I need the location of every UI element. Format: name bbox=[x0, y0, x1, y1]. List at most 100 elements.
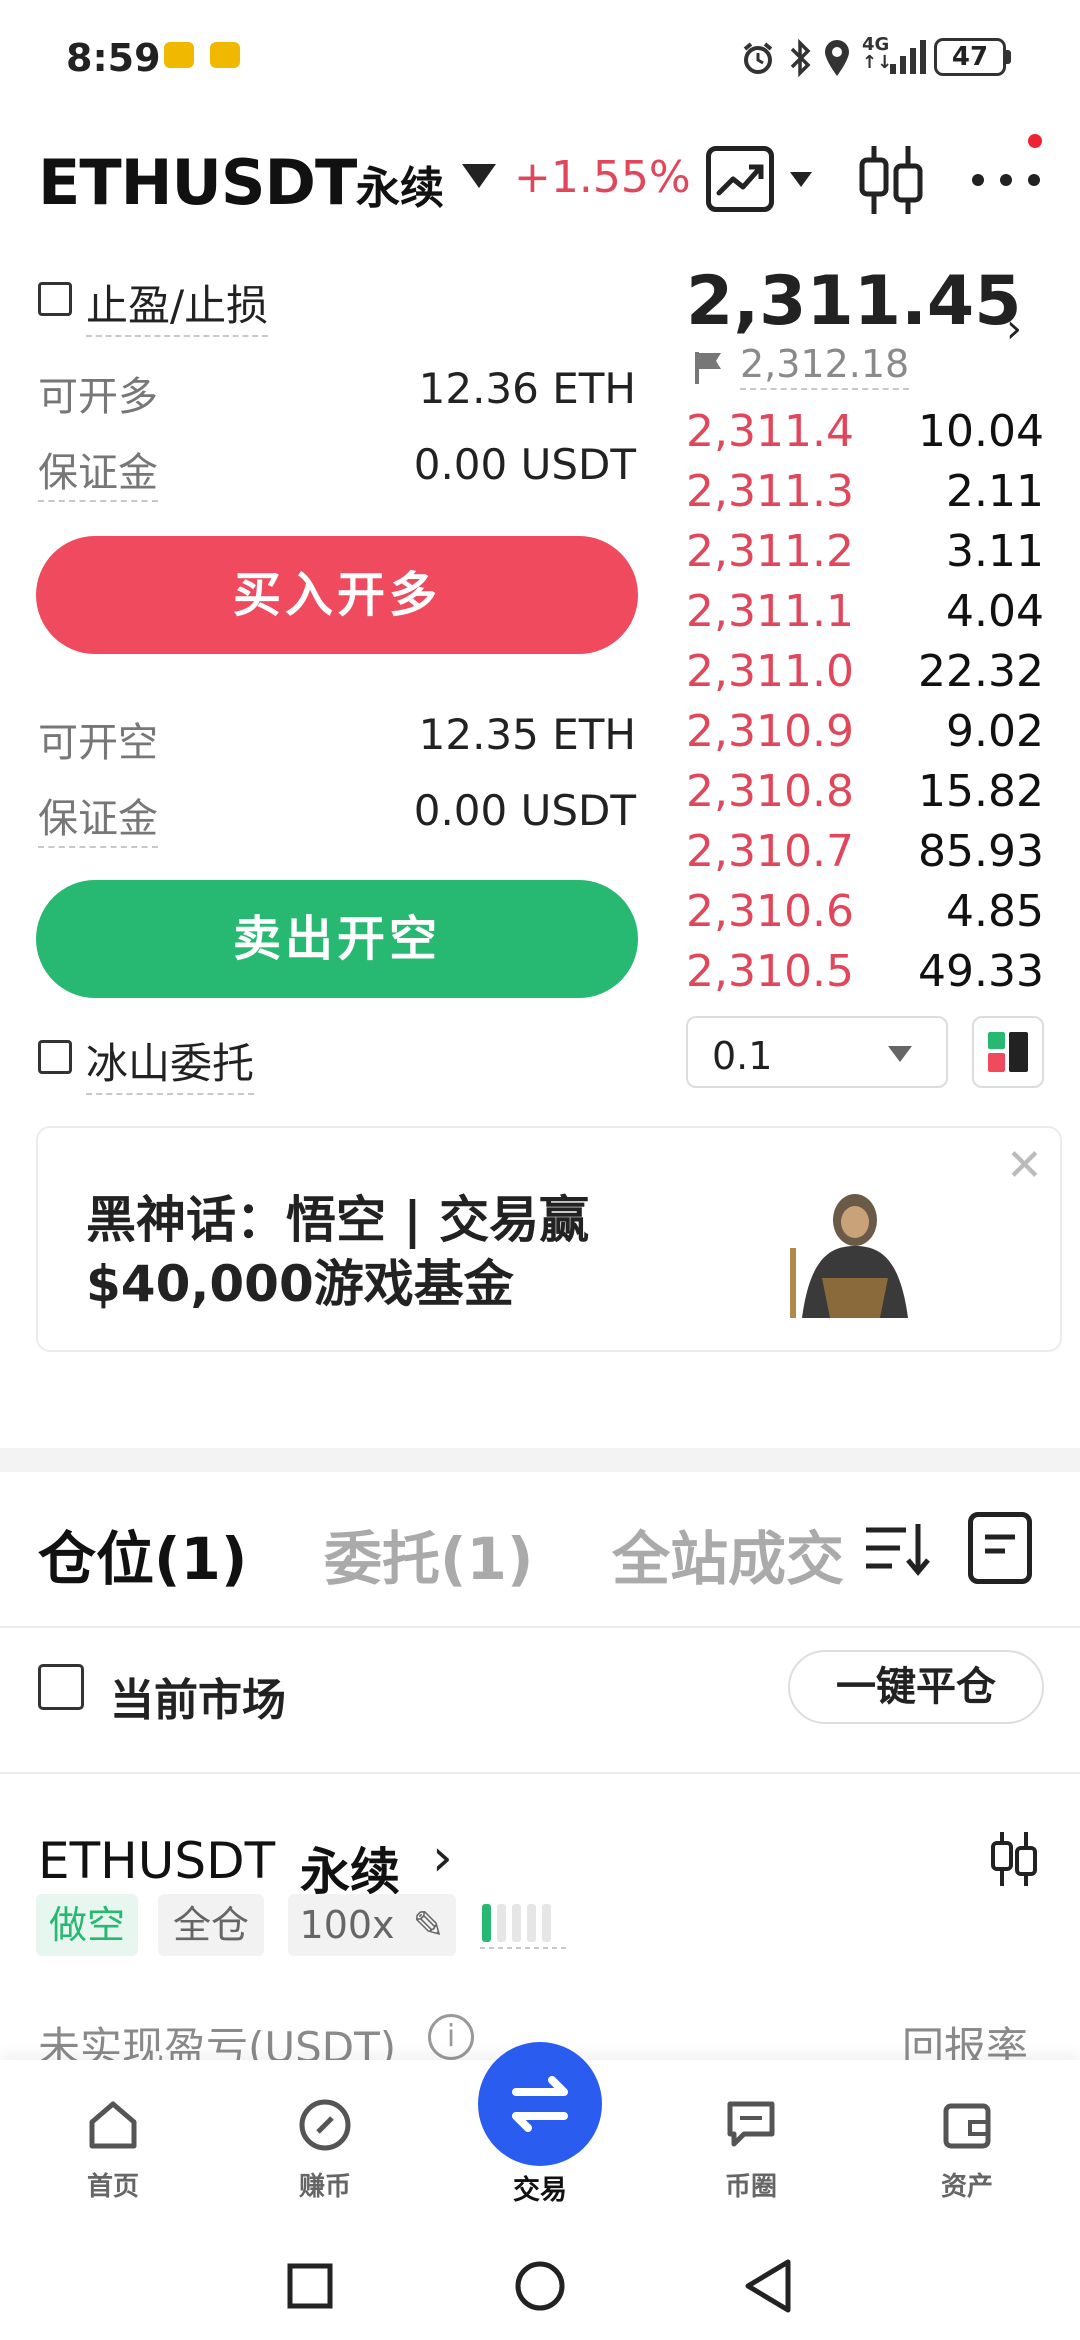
order-history-icon[interactable] bbox=[968, 1512, 1032, 1584]
buy-long-button[interactable]: 买入开多 bbox=[36, 536, 638, 654]
risk-level-indicator bbox=[480, 1904, 566, 1949]
position-side-tag: 做空 bbox=[36, 1894, 138, 1956]
chevron-right-icon[interactable]: › bbox=[1006, 306, 1022, 352]
chevron-right-icon[interactable]: › bbox=[432, 1828, 453, 1888]
depth-step-value: 0.1 bbox=[712, 1034, 773, 1078]
close-icon[interactable]: ✕ bbox=[1006, 1140, 1043, 1191]
edit-icon[interactable]: ✎ bbox=[413, 1903, 445, 1947]
close-all-button[interactable]: 一键平仓 bbox=[788, 1650, 1044, 1724]
battery-tip bbox=[1006, 50, 1011, 64]
home-icon bbox=[89, 2101, 137, 2149]
available-long-value: 12.36 ETH bbox=[418, 364, 636, 413]
margin-mode-tag: 全仓 bbox=[158, 1894, 264, 1956]
ask-price[interactable]: 2,310.6 bbox=[686, 886, 854, 937]
nav-assets-label: 资产 bbox=[940, 2172, 993, 2202]
chart-icon[interactable] bbox=[706, 146, 774, 212]
ask-price[interactable]: 2,311.2 bbox=[686, 526, 854, 577]
ask-size[interactable]: 4.04 bbox=[840, 586, 1044, 637]
back-icon[interactable] bbox=[742, 2258, 794, 2314]
ask-size[interactable]: 49.33 bbox=[840, 946, 1044, 997]
nav-home-label: 首页 bbox=[86, 2172, 139, 2202]
current-market-checkbox[interactable] bbox=[38, 1664, 84, 1710]
ask-price[interactable]: 2,310.5 bbox=[686, 946, 854, 997]
tp-sl-label[interactable]: 止盈/止损 bbox=[86, 272, 269, 337]
nav-trade[interactable] bbox=[478, 2042, 602, 2166]
divider bbox=[0, 1772, 1080, 1774]
chart-dropdown-icon[interactable] bbox=[790, 172, 812, 187]
candlestick-icon[interactable] bbox=[988, 1830, 1040, 1888]
recent-apps-icon[interactable] bbox=[286, 2262, 334, 2310]
orderbook-layout-button[interactable] bbox=[972, 1016, 1044, 1088]
leverage-tag[interactable]: 100x ✎ bbox=[288, 1894, 456, 1956]
ask-price[interactable]: 2,310.8 bbox=[686, 766, 854, 817]
notification-icon bbox=[210, 42, 240, 68]
ask-size[interactable]: 85.93 bbox=[840, 826, 1044, 877]
nav-earn-label: 赚币 bbox=[298, 2172, 351, 2202]
nav-community[interactable]: 币圈 bbox=[676, 2096, 826, 2203]
available-short-value: 12.35 ETH bbox=[418, 710, 636, 759]
orderbook-layout-icon bbox=[988, 1032, 1028, 1072]
info-icon[interactable]: i bbox=[428, 2014, 474, 2060]
sort-icon[interactable] bbox=[862, 1516, 932, 1580]
tab-trades[interactable]: 全站成交 bbox=[612, 1512, 844, 1596]
ask-price[interactable]: 2,311.0 bbox=[686, 646, 854, 697]
section-separator bbox=[0, 1448, 1080, 1472]
community-icon bbox=[727, 2101, 775, 2147]
nav-earn[interactable]: 赚币 bbox=[250, 2096, 400, 2203]
nav-community-label: 币圈 bbox=[724, 2172, 777, 2202]
ask-size[interactable]: 10.04 bbox=[840, 406, 1044, 457]
mark-price[interactable]: 2,312.18 bbox=[740, 342, 910, 390]
bluetooth-icon bbox=[790, 38, 811, 78]
trade-icon bbox=[512, 2076, 568, 2132]
ask-size[interactable]: 2.11 bbox=[840, 466, 1044, 517]
banner-title-line2: $40,000游戏基金 bbox=[86, 1255, 514, 1313]
nav-trade-label[interactable]: 交易 bbox=[478, 2168, 602, 2207]
ask-price[interactable]: 2,311.4 bbox=[686, 406, 854, 457]
ask-price[interactable]: 2,311.1 bbox=[686, 586, 854, 637]
divider bbox=[0, 1626, 1080, 1628]
available-long-label: 可开多 bbox=[38, 374, 158, 420]
ask-size[interactable]: 3.11 bbox=[840, 526, 1044, 577]
ask-size[interactable]: 4.85 bbox=[840, 886, 1044, 937]
position-symbol[interactable]: ETHUSDT bbox=[38, 1832, 275, 1890]
margin-long-value: 0.00 USDT bbox=[413, 440, 636, 489]
ask-price[interactable]: 2,310.7 bbox=[686, 826, 854, 877]
iceberg-checkbox[interactable] bbox=[38, 1040, 72, 1074]
candlestick-icon[interactable] bbox=[856, 144, 926, 216]
ask-size[interactable]: 9.02 bbox=[840, 706, 1044, 757]
ask-price[interactable]: 2,310.9 bbox=[686, 706, 854, 757]
tp-sl-checkbox[interactable] bbox=[38, 282, 72, 316]
signal-strength-icon bbox=[890, 40, 926, 74]
banner-character-image bbox=[790, 1194, 908, 1318]
last-price[interactable]: 2,311.45 bbox=[686, 262, 1022, 341]
sell-short-button[interactable]: 卖出开空 bbox=[36, 880, 638, 998]
margin-short-value: 0.00 USDT bbox=[413, 786, 636, 835]
tab-orders[interactable]: 委托(1) bbox=[324, 1512, 533, 1596]
nav-home[interactable]: 首页 bbox=[38, 2096, 188, 2203]
notification-dot bbox=[1028, 134, 1042, 148]
chevron-down-icon[interactable] bbox=[888, 1046, 912, 1062]
notification-icon bbox=[164, 42, 194, 68]
price-change: +1.55% bbox=[514, 152, 691, 203]
more-icon[interactable] bbox=[970, 168, 1042, 192]
available-short-label: 可开空 bbox=[38, 720, 158, 766]
ask-size[interactable]: 22.32 bbox=[840, 646, 1044, 697]
margin-short-label: 保证金 bbox=[38, 786, 158, 848]
contract-type[interactable]: 永续 bbox=[356, 152, 444, 216]
leverage-value: 100x bbox=[299, 1903, 395, 1947]
symbol-title[interactable]: ETHUSDT bbox=[38, 146, 357, 219]
nav-assets[interactable]: 资产 bbox=[892, 2096, 1042, 2203]
alarm-icon bbox=[743, 42, 773, 74]
current-market-label[interactable]: 当前市场 bbox=[110, 1664, 286, 1728]
ask-size[interactable]: 15.82 bbox=[840, 766, 1044, 817]
banner-title-line1: 黑神话：悟空 | 交易赢 bbox=[86, 1191, 590, 1249]
tab-positions[interactable]: 仓位(1) bbox=[38, 1512, 247, 1596]
battery-icon: 47 bbox=[934, 38, 1006, 76]
earn-icon bbox=[299, 2099, 351, 2151]
home-button-icon[interactable] bbox=[514, 2260, 566, 2312]
status-time: 8:59 bbox=[66, 36, 161, 80]
location-icon bbox=[825, 40, 849, 76]
ask-price[interactable]: 2,311.3 bbox=[686, 466, 854, 517]
iceberg-label[interactable]: 冰山委托 bbox=[86, 1030, 255, 1095]
chevron-down-icon[interactable] bbox=[462, 164, 496, 188]
